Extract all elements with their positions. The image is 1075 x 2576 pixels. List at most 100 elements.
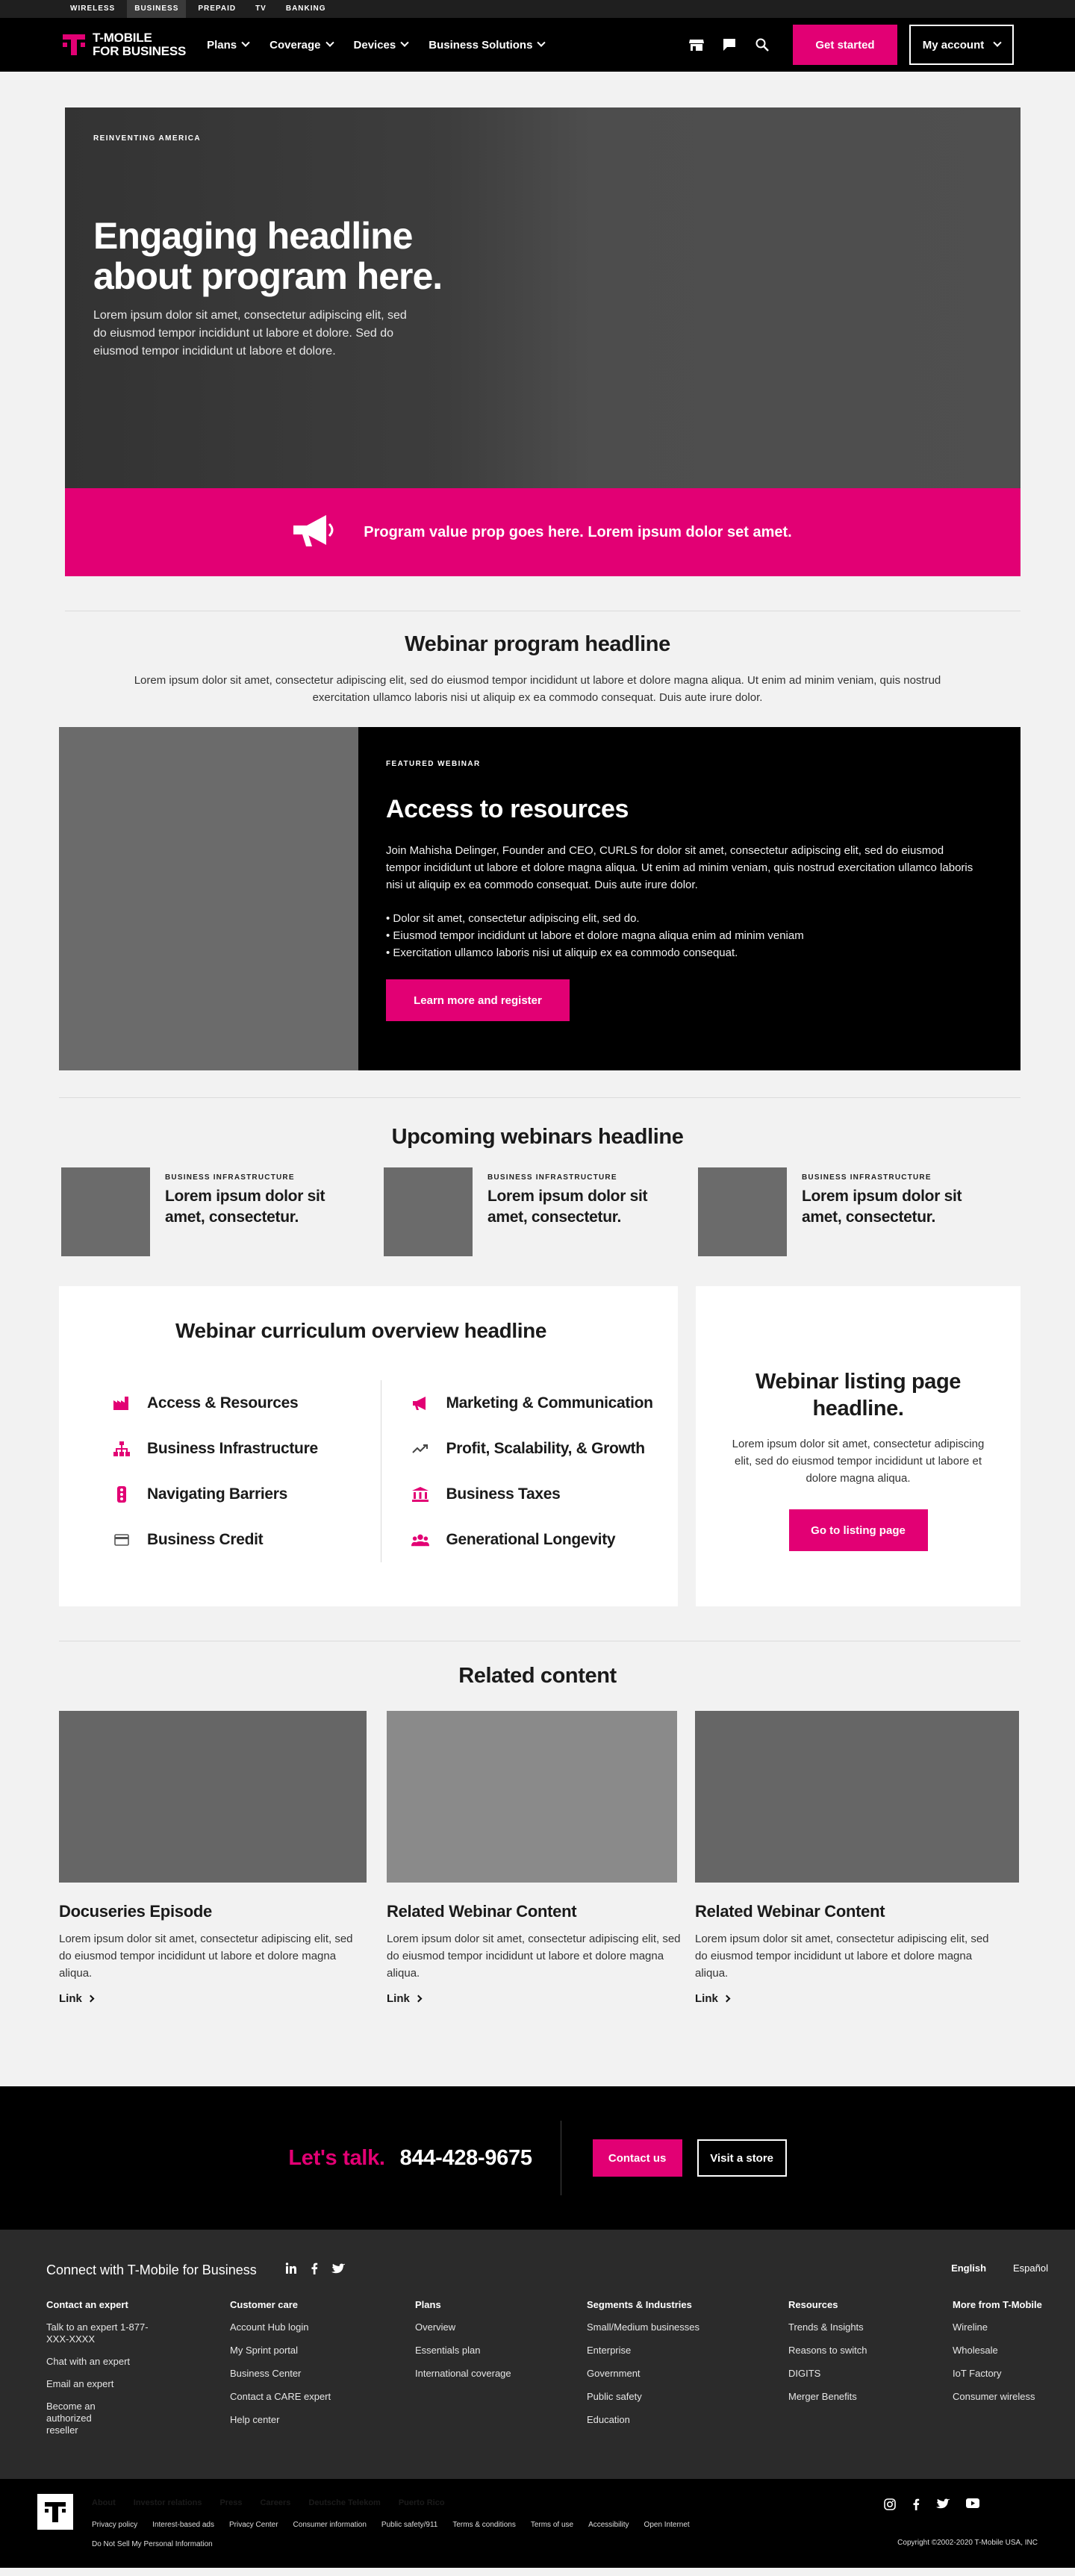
nav-link-coverage[interactable]: Coverage <box>269 39 334 52</box>
related-card-link[interactable]: Link <box>695 1992 1019 2005</box>
footer-link[interactable]: My Sprint portal <box>230 2345 415 2357</box>
related-card-link[interactable]: Link <box>59 1992 367 2005</box>
go-to-listing-button[interactable]: Go to listing page <box>788 1509 928 1551</box>
tmobile-business-logo[interactable]: T-MOBILE FOR BUSINESS <box>63 31 186 58</box>
footer-link[interactable]: Essentials plan <box>415 2345 587 2357</box>
language-english[interactable]: English <box>951 2262 986 2274</box>
learn-more-register-button[interactable]: Learn more and register <box>386 979 570 1021</box>
footer-link[interactable]: Wholesale <box>953 2345 1072 2357</box>
curriculum-item[interactable]: Business Infrastructure <box>113 1426 381 1471</box>
curriculum-item[interactable]: Profit, Scalability, & Growth <box>411 1426 678 1471</box>
facebook-icon[interactable] <box>311 2262 318 2278</box>
footer-link[interactable]: Trends & Insights <box>788 2321 953 2333</box>
youtube-icon[interactable] <box>966 2498 979 2514</box>
related-card-link[interactable]: Link <box>387 1992 677 2005</box>
curriculum-item[interactable]: Business Taxes <box>411 1471 678 1517</box>
instagram-icon[interactable] <box>884 2498 896 2514</box>
curriculum-item[interactable]: Marketing & Communication <box>411 1380 678 1426</box>
footer-link[interactable]: Public safety <box>587 2391 788 2403</box>
curriculum-right-column: Marketing & Communication Profit, Scalabi… <box>381 1380 678 1562</box>
linkedin-icon[interactable] <box>285 2262 297 2278</box>
utility-link-prepaid[interactable]: PREPAID <box>190 0 243 18</box>
curriculum-item[interactable]: Generational Longevity <box>411 1517 678 1562</box>
footer-link[interactable]: Small/Medium businesses <box>587 2321 788 2333</box>
curriculum-item[interactable]: Access & Resources <box>113 1380 381 1426</box>
logo-text: T-MOBILE FOR BUSINESS <box>93 31 186 58</box>
footer-link[interactable]: Help center <box>230 2414 415 2426</box>
related-card-image[interactable] <box>695 1711 1019 1883</box>
logo-line-1: T-MOBILE <box>93 31 152 45</box>
footer-link[interactable]: Education <box>587 2414 788 2426</box>
footer-column: Contact an expert Talk to an expert 1-877… <box>46 2299 230 2447</box>
lets-talk-band: Let's talk. 844-428-9675 Contact us Visi… <box>0 2086 1075 2230</box>
footer-legal-link[interactable]: Accessibility <box>588 2521 629 2529</box>
footer-legal-link[interactable]: Consumer information <box>293 2521 367 2529</box>
nav-link-devices[interactable]: Devices <box>354 39 409 52</box>
do-not-sell-link[interactable]: Do Not Sell My Personal Information <box>92 2540 213 2548</box>
featured-webinar: FEATURED WEBINAR Access to resources Joi… <box>59 727 1021 1070</box>
my-account-button[interactable]: My account <box>909 25 1014 65</box>
nav-link-business-solutions[interactable]: Business Solutions <box>429 39 546 52</box>
twitter-icon[interactable] <box>936 2498 950 2514</box>
nav-link-plans[interactable]: Plans <box>207 39 250 52</box>
footer-link[interactable]: Contact a CARE expert <box>230 2391 415 2403</box>
chat-icon[interactable] <box>721 37 738 53</box>
footer-link[interactable]: IoT Factory <box>953 2368 1072 2380</box>
footer-link[interactable]: Overview <box>415 2321 587 2333</box>
related-card-image[interactable] <box>59 1711 367 1883</box>
curriculum-item[interactable]: Business Credit <box>113 1517 381 1562</box>
footer-bottom-link[interactable]: Press <box>219 2498 242 2507</box>
utility-link-banking[interactable]: BANKING <box>278 0 334 18</box>
footer-link[interactable]: Chat with an expert <box>46 2356 158 2368</box>
utility-link-tv[interactable]: TV <box>248 0 274 18</box>
tmobile-t-logo-icon[interactable] <box>37 2494 73 2530</box>
footer-legal-link[interactable]: Terms & conditions <box>452 2521 515 2529</box>
footer-legal-link[interactable]: Privacy policy <box>92 2521 137 2529</box>
curriculum-item-label: Navigating Barriers <box>147 1485 288 1503</box>
upcoming-card-body: BUSINESS INFRASTRUCTURE Lorem ipsum dolor… <box>165 1167 359 1256</box>
footer-link[interactable]: Become an authorized reseller <box>46 2401 106 2436</box>
footer-link[interactable]: Account Hub login <box>230 2321 415 2333</box>
visit-store-button[interactable]: Visit a store <box>697 2139 787 2177</box>
footer-link[interactable]: Merger Benefits <box>788 2391 953 2403</box>
upcoming-card[interactable]: BUSINESS INFRASTRUCTURE Lorem ipsum dolor… <box>384 1167 698 1256</box>
phone-number-link[interactable]: 844-428-9675 <box>400 2146 532 2171</box>
contact-us-button[interactable]: Contact us <box>592 2139 682 2177</box>
footer-link[interactable]: Email an expert <box>46 2378 158 2390</box>
footer-legal-link[interactable]: Terms of use <box>531 2521 573 2529</box>
footer-link[interactable]: Government <box>587 2368 788 2380</box>
facebook-icon[interactable] <box>912 2498 920 2514</box>
get-started-button[interactable]: Get started <box>793 25 897 65</box>
utility-link-wireless[interactable]: WIRELESS <box>63 0 122 18</box>
footer-link[interactable]: Talk to an expert 1-877-XXX-XXXX <box>46 2321 158 2345</box>
footer-bottom-link[interactable]: About <box>92 2498 116 2507</box>
curriculum-item-label: Access & Resources <box>147 1394 299 1412</box>
curriculum-item[interactable]: Navigating Barriers <box>113 1471 381 1517</box>
footer-legal-link[interactable]: Privacy Center <box>229 2521 278 2529</box>
footer-link[interactable]: Reasons to switch <box>788 2345 953 2357</box>
upcoming-card[interactable]: BUSINESS INFRASTRUCTURE Lorem ipsum dolor… <box>61 1167 384 1256</box>
footer-bottom-link[interactable]: Deutsche Telekom <box>308 2498 380 2507</box>
footer-link[interactable]: Wireline <box>953 2321 1072 2333</box>
footer-link[interactable]: Enterprise <box>587 2345 788 2357</box>
footer-bottom-link[interactable]: Investor relations <box>134 2498 202 2507</box>
related-card-image[interactable] <box>387 1711 677 1883</box>
footer-link[interactable]: Consumer wireless <box>953 2391 1072 2403</box>
related-card-link-label: Link <box>59 1992 82 2005</box>
footer-link[interactable]: DIGITS <box>788 2368 953 2380</box>
trending-up-icon <box>411 1440 429 1458</box>
upcoming-card[interactable]: BUSINESS INFRASTRUCTURE Lorem ipsum dolor… <box>698 1167 1012 1256</box>
footer-legal-link[interactable]: Public safety/911 <box>381 2521 437 2529</box>
language-espanol[interactable]: Español <box>1013 2262 1048 2274</box>
footer-legal-link[interactable]: Interest-based ads <box>152 2521 214 2529</box>
footer-link[interactable]: Business Center <box>230 2368 415 2380</box>
search-icon[interactable] <box>754 37 770 53</box>
utility-link-business[interactable]: BUSINESS <box>127 0 187 18</box>
footer-top: Connect with T-Mobile for Business <box>46 2262 1075 2278</box>
footer-bottom-link[interactable]: Careers <box>260 2498 290 2507</box>
footer-legal-link[interactable]: Open Internet <box>644 2521 690 2529</box>
footer-bottom-link[interactable]: Puerto Rico <box>399 2498 445 2507</box>
twitter-icon[interactable] <box>331 2263 345 2278</box>
footer-link[interactable]: International coverage <box>415 2368 587 2380</box>
store-icon[interactable] <box>688 37 705 53</box>
